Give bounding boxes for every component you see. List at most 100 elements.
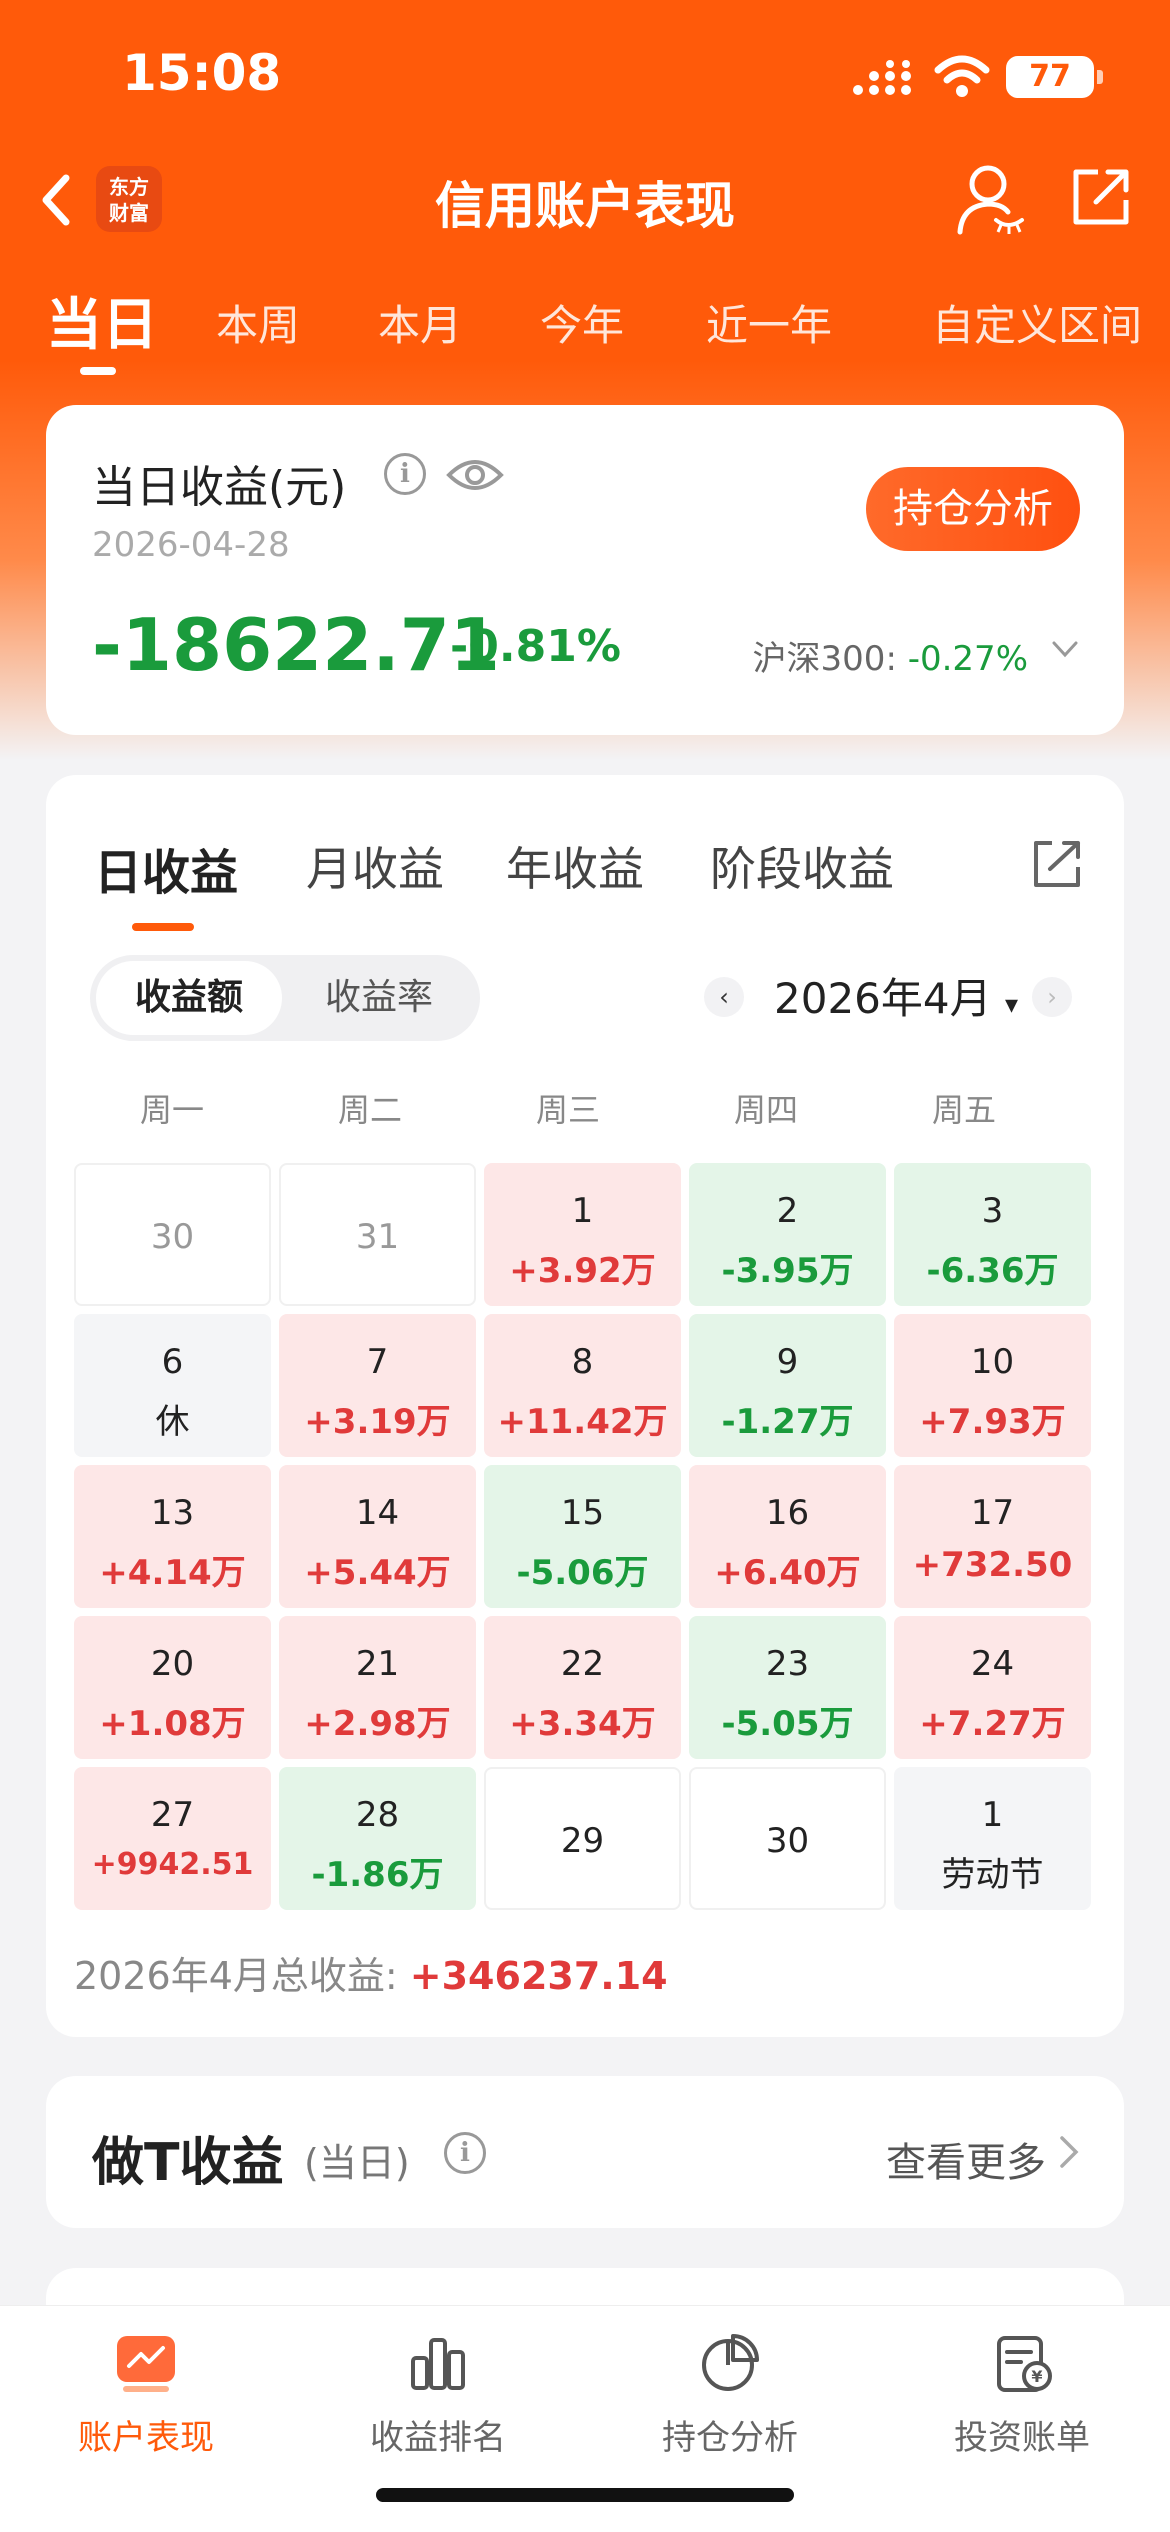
day-return: +9942.51: [91, 1847, 254, 1882]
day-return: +3.34万: [509, 1704, 656, 1744]
day-number: 30: [150, 1217, 195, 1257]
day-number: 2: [776, 1191, 799, 1231]
day-number: 21: [355, 1644, 400, 1684]
calendar-day-cell[interactable]: 31: [279, 1163, 476, 1306]
svg-text:¥: ¥: [1031, 2367, 1042, 2386]
toggle-rate[interactable]: 收益率: [286, 961, 472, 1035]
status-time: 15:08: [122, 44, 282, 102]
day-return: +3.19万: [304, 1402, 451, 1442]
calendar-day-cell[interactable]: 23 -5.05万: [689, 1616, 886, 1759]
day-return: -3.95万: [721, 1251, 854, 1291]
day-number: 23: [765, 1644, 810, 1684]
day-number: 22: [560, 1644, 605, 1684]
day-number: 6: [161, 1342, 184, 1382]
tab-this-year[interactable]: 今年: [540, 292, 624, 353]
tab-account-performance[interactable]: 账户表现: [0, 2330, 292, 2459]
day-return: +1.08万: [99, 1704, 246, 1744]
chart-trend-icon: [117, 2336, 175, 2392]
tab-this-month[interactable]: 本月: [378, 292, 462, 353]
calendar-day-cell[interactable]: 20 +1.08万: [74, 1616, 271, 1759]
info-icon[interactable]: i: [444, 2132, 486, 2174]
tab-position-analysis[interactable]: 持仓分析: [584, 2330, 876, 2459]
calendar-day-cell[interactable]: 6休: [74, 1314, 271, 1457]
calendar-day-cell[interactable]: 22 +3.34万: [484, 1616, 681, 1759]
calendar-day-cell[interactable]: 27 +9942.51: [74, 1767, 271, 1910]
monthly-total: 2026年4月总收益: +346237.14: [74, 1945, 668, 2000]
day-return: +732.50: [912, 1545, 1073, 1585]
day-number: 10: [970, 1342, 1015, 1382]
pie-chart-icon: [702, 2334, 759, 2391]
daily-return-amount: -18622.71: [92, 603, 500, 687]
info-icon[interactable]: i: [384, 453, 426, 495]
tab-daily-return[interactable]: 日收益: [94, 833, 238, 931]
daily-return-label: 当日收益(元): [92, 462, 347, 513]
benchmark-index[interactable]: 沪深300: -0.27%: [753, 631, 1028, 680]
day-trading-sub: (当日): [304, 2141, 410, 2185]
tab-return-ranking[interactable]: 收益排名: [292, 2330, 584, 2459]
tab-custom-range[interactable]: 自定义区间: [932, 292, 1142, 353]
calendar-day-cell[interactable]: 15 -5.06万: [484, 1465, 681, 1608]
day-number: 24: [970, 1644, 1015, 1684]
next-month-button[interactable]: ›: [1032, 977, 1072, 1017]
tab-label: 持仓分析: [662, 2418, 798, 2458]
benchmark-value: -0.27%: [907, 639, 1028, 679]
calendar-day-cell[interactable]: 30: [74, 1163, 271, 1306]
day-return: -1.27万: [721, 1402, 854, 1442]
day-number: 1: [981, 1795, 1004, 1835]
benchmark-label: 沪深300:: [752, 639, 897, 679]
calendar-day-cell[interactable]: 10 +7.93万: [894, 1314, 1091, 1457]
tab-period-return[interactable]: 阶段收益: [710, 833, 894, 899]
day-return: +11.42万: [497, 1402, 668, 1442]
summary-date: 2026-04-28: [92, 525, 290, 565]
day-number: 31: [355, 1217, 400, 1257]
day-number: 30: [765, 1821, 810, 1861]
tab-monthly-return[interactable]: 月收益: [306, 833, 444, 899]
share-icon[interactable]: [1028, 835, 1084, 891]
returns-calendar-card: 日收益 月收益 年收益 阶段收益 收益额 收益率 ‹ 2026年4月 ▾ › 周…: [46, 775, 1124, 2037]
day-number: 16: [765, 1493, 810, 1533]
day-number: 27: [150, 1795, 195, 1835]
tab-last-year[interactable]: 近一年: [706, 292, 832, 353]
calendar-day-cell[interactable]: 2 -3.95万: [689, 1163, 886, 1306]
calendar-day-cell[interactable]: 21 +2.98万: [279, 1616, 476, 1759]
see-more-link[interactable]: 查看更多: [886, 2130, 1046, 2188]
weekday-tue: 周二: [337, 1091, 402, 1129]
position-analysis-button[interactable]: 持仓分析: [866, 467, 1080, 551]
calendar-day-cell[interactable]: 8 +11.42万: [484, 1314, 681, 1457]
tab-investment-bill[interactable]: ¥ 投资账单: [876, 2330, 1168, 2459]
share-icon[interactable]: [1068, 164, 1134, 230]
day-number: 13: [150, 1493, 195, 1533]
bar-chart-icon: [411, 2338, 465, 2390]
month-navigator: ‹ 2026年4月 ▾ ›: [704, 961, 1080, 1035]
tab-today[interactable]: 当日: [46, 280, 158, 375]
day-trading-card[interactable]: 做T收益 (当日) i 查看更多: [46, 2076, 1124, 2228]
calendar-day-cell[interactable]: 13 +4.14万: [74, 1465, 271, 1608]
monthly-total-value: +346237.14: [409, 1954, 668, 1998]
period-tabs: 当日 本周 本月 今年 近一年 自定义区间: [0, 280, 1170, 375]
calendar-day-cell[interactable]: 29: [484, 1767, 681, 1910]
chevron-down-icon[interactable]: [1050, 637, 1080, 661]
month-selector[interactable]: 2026年4月 ▾: [774, 965, 1018, 1026]
calendar-day-cell[interactable]: 7 +3.19万: [279, 1314, 476, 1457]
prev-month-button[interactable]: ‹: [704, 977, 744, 1017]
calendar-day-cell[interactable]: 3 -6.36万: [894, 1163, 1091, 1306]
tab-label: 账户表现: [78, 2418, 214, 2458]
tab-this-week[interactable]: 本周: [216, 292, 300, 353]
calendar-day-cell[interactable]: 30: [689, 1767, 886, 1910]
day-return: -5.05万: [721, 1704, 854, 1744]
calendar-day-cell[interactable]: 24 +7.27万: [894, 1616, 1091, 1759]
eye-icon[interactable]: [446, 455, 504, 495]
calendar-day-cell[interactable]: 14 +5.44万: [279, 1465, 476, 1608]
user-privacy-icon[interactable]: [956, 162, 1026, 238]
tab-label: 投资账单: [954, 2418, 1090, 2458]
calendar-day-cell[interactable]: 16 +6.40万: [689, 1465, 886, 1608]
calendar-day-cell[interactable]: 9 -1.27万: [689, 1314, 886, 1457]
calendar-day-cell[interactable]: 1 +3.92万: [484, 1163, 681, 1306]
weekday-fri: 周五: [931, 1091, 996, 1129]
calendar-day-cell[interactable]: 17 +732.50: [894, 1465, 1091, 1608]
tab-yearly-return[interactable]: 年收益: [506, 833, 644, 899]
calendar-day-cell[interactable]: 1 劳动节: [894, 1767, 1091, 1910]
calendar-day-cell[interactable]: 28 -1.86万: [279, 1767, 476, 1910]
day-number: 29: [560, 1821, 605, 1861]
toggle-amount[interactable]: 收益额: [96, 961, 282, 1035]
